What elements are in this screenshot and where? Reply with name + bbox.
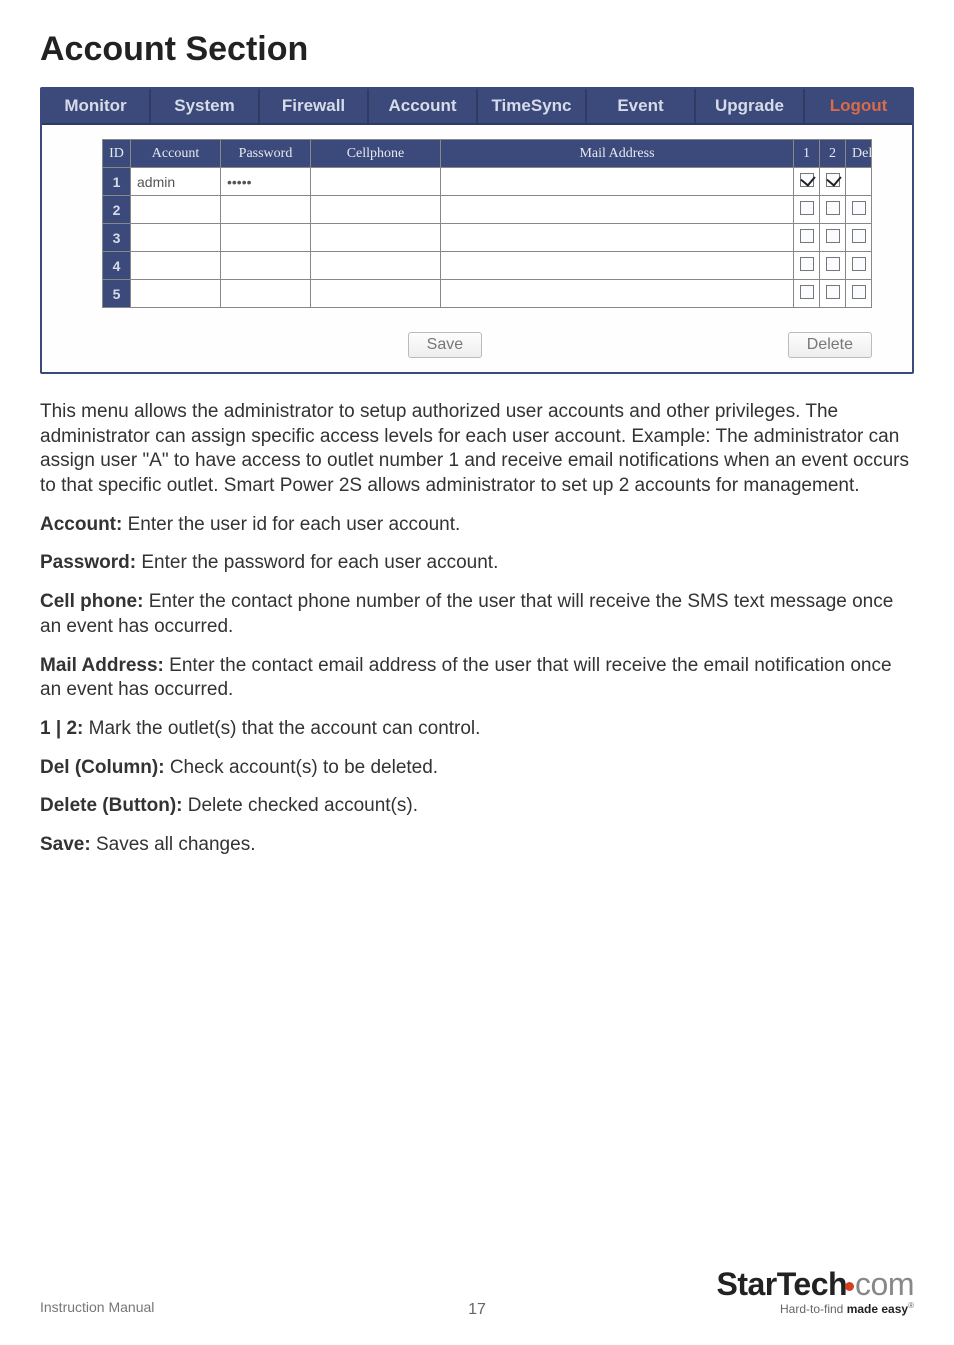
col-account: Account (131, 140, 221, 168)
checkbox-icon[interactable] (826, 285, 840, 299)
table-row: 2 (103, 196, 872, 224)
tab-system[interactable]: System (151, 89, 260, 123)
checkbox-icon[interactable] (852, 201, 866, 215)
field-del-column: Del (Column): Check account(s) to be del… (40, 756, 914, 781)
cellphone-input[interactable] (311, 224, 441, 252)
row-id: 3 (103, 224, 131, 252)
row-id: 5 (103, 280, 131, 308)
mail-input[interactable] (441, 252, 794, 280)
checkbox-icon[interactable] (852, 229, 866, 243)
table-row: 4 (103, 252, 872, 280)
password-input[interactable] (221, 252, 311, 280)
intro-paragraph: This menu allows the administrator to se… (40, 400, 914, 499)
cellphone-input[interactable] (311, 252, 441, 280)
page-footer: Instruction Manual 17 StarTechcom Hard-t… (40, 1268, 914, 1315)
table-row: 3 (103, 224, 872, 252)
col-mail: Mail Address (441, 140, 794, 168)
account-input[interactable] (131, 280, 221, 308)
page-title: Account Section (40, 30, 914, 69)
checkbox-icon[interactable] (800, 229, 814, 243)
outlet1-checkbox[interactable] (794, 196, 820, 224)
tab-upgrade[interactable]: Upgrade (696, 89, 805, 123)
field-password: Password: Enter the password for each us… (40, 551, 914, 576)
checkbox-icon[interactable] (826, 173, 840, 187)
col-outlet2: 2 (820, 140, 846, 168)
account-input[interactable] (131, 196, 221, 224)
field-cellphone: Cell phone: Enter the contact phone numb… (40, 590, 914, 639)
outlet1-checkbox[interactable] (794, 168, 820, 196)
delete-checkbox[interactable] (846, 252, 872, 280)
field-account: Account: Enter the user id for each user… (40, 513, 914, 538)
tab-logout[interactable]: Logout (805, 89, 912, 123)
field-save: Save: Saves all changes. (40, 833, 914, 858)
checkbox-icon[interactable] (852, 257, 866, 271)
tab-bar: Monitor System Firewall Account TimeSync… (42, 89, 912, 125)
field-outlets: 1 | 2: Mark the outlet(s) that the accou… (40, 717, 914, 742)
row-id: 2 (103, 196, 131, 224)
checkbox-icon[interactable] (800, 257, 814, 271)
account-input[interactable] (131, 252, 221, 280)
field-mail: Mail Address: Enter the contact email ad… (40, 654, 914, 703)
col-cellphone: Cellphone (311, 140, 441, 168)
outlet2-checkbox[interactable] (820, 280, 846, 308)
outlet1-checkbox[interactable] (794, 252, 820, 280)
checkbox-icon[interactable] (826, 229, 840, 243)
checkbox-icon[interactable] (826, 257, 840, 271)
page-number: 17 (468, 1301, 486, 1319)
account-screenshot: Monitor System Firewall Account TimeSync… (40, 87, 914, 374)
checkbox-icon[interactable] (852, 285, 866, 299)
col-id: ID (103, 140, 131, 168)
password-input[interactable] (221, 224, 311, 252)
footer-label: Instruction Manual (40, 1299, 154, 1315)
save-button[interactable]: Save (408, 332, 482, 358)
table-row: 5 (103, 280, 872, 308)
account-input[interactable] (131, 224, 221, 252)
delete-checkbox[interactable] (846, 280, 872, 308)
password-input[interactable] (221, 196, 311, 224)
field-delete-button: Delete (Button): Delete checked account(… (40, 794, 914, 819)
delete-checkbox[interactable] (846, 196, 872, 224)
outlet2-checkbox[interactable] (820, 224, 846, 252)
tab-event[interactable]: Event (587, 89, 696, 123)
mail-input[interactable] (441, 280, 794, 308)
checkbox-icon[interactable] (800, 201, 814, 215)
delete-checkbox (846, 168, 872, 196)
tab-firewall[interactable]: Firewall (260, 89, 369, 123)
accounts-table: ID Account Password Cellphone Mail Addre… (102, 139, 872, 308)
password-input[interactable]: ••••• (221, 168, 311, 196)
cellphone-input[interactable] (311, 196, 441, 224)
checkbox-icon[interactable] (826, 201, 840, 215)
row-id: 4 (103, 252, 131, 280)
mail-input[interactable] (441, 196, 794, 224)
col-del: Del (846, 140, 872, 168)
outlet2-checkbox[interactable] (820, 252, 846, 280)
account-input[interactable]: admin (131, 168, 221, 196)
startech-logo: StarTechcom (716, 1268, 914, 1300)
mail-input[interactable] (441, 168, 794, 196)
cellphone-input[interactable] (311, 280, 441, 308)
mail-input[interactable] (441, 224, 794, 252)
outlet1-checkbox[interactable] (794, 280, 820, 308)
table-row: 1admin••••• (103, 168, 872, 196)
delete-button[interactable]: Delete (788, 332, 872, 358)
outlet2-checkbox[interactable] (820, 196, 846, 224)
brand-tagline: Hard-to-find made easy® (716, 1302, 914, 1315)
checkbox-icon[interactable] (800, 173, 814, 187)
brand-block: StarTechcom Hard-to-find made easy® (716, 1268, 914, 1315)
col-outlet1: 1 (794, 140, 820, 168)
col-password: Password (221, 140, 311, 168)
password-input[interactable] (221, 280, 311, 308)
delete-checkbox[interactable] (846, 224, 872, 252)
logo-dot-icon (845, 1282, 854, 1291)
tab-timesync[interactable]: TimeSync (478, 89, 587, 123)
cellphone-input[interactable] (311, 168, 441, 196)
tab-account[interactable]: Account (369, 89, 478, 123)
tab-monitor[interactable]: Monitor (42, 89, 151, 123)
row-id: 1 (103, 168, 131, 196)
outlet2-checkbox[interactable] (820, 168, 846, 196)
outlet1-checkbox[interactable] (794, 224, 820, 252)
checkbox-icon[interactable] (800, 285, 814, 299)
